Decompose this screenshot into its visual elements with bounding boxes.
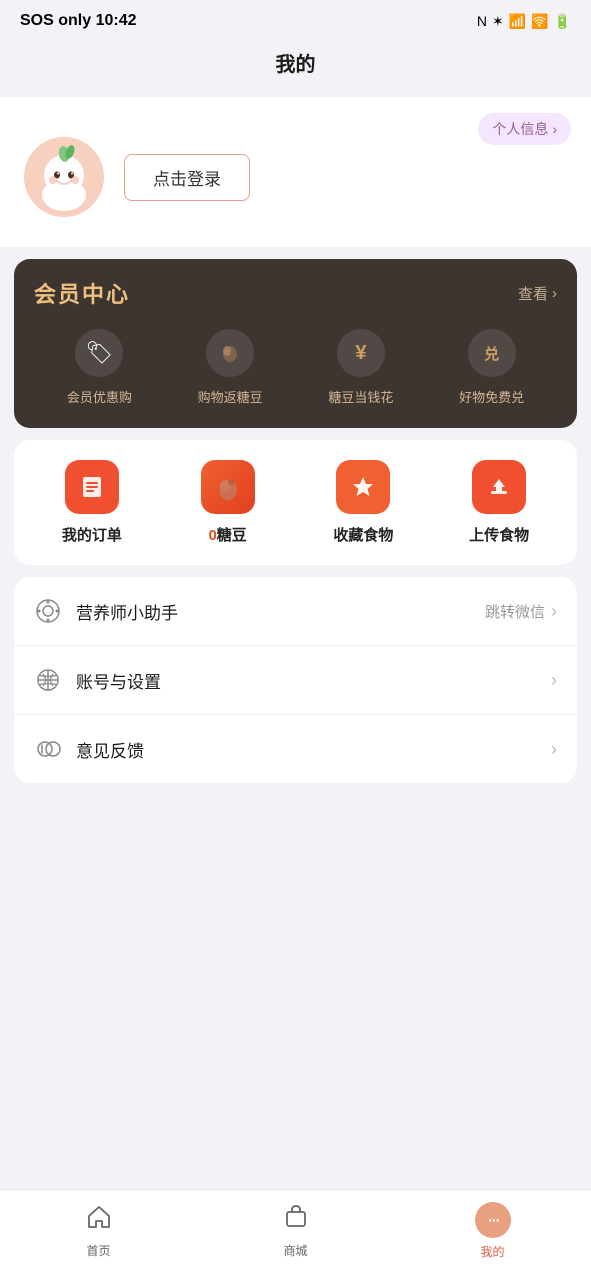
- mine-label: 我的: [480, 1243, 504, 1260]
- menu-item-feedback[interactable]: 意见反馈 ›: [14, 715, 577, 783]
- orders-label: 我的订单: [62, 524, 122, 545]
- home-label: 首页: [86, 1242, 110, 1259]
- wifi-icon: 🛜: [531, 13, 548, 30]
- status-time: SOS only 10:42: [20, 12, 137, 30]
- personal-info-button[interactable]: 个人信息 ›: [478, 113, 571, 145]
- status-bar: SOS only 10:42 N ✶ 📶 🛜 🔋: [0, 0, 591, 38]
- my-orders-action[interactable]: 我的订单: [24, 460, 160, 545]
- signal-icon: 📶: [509, 13, 526, 30]
- member-view-button[interactable]: 查看 ›: [518, 283, 557, 304]
- orders-icon: [65, 460, 119, 514]
- member-discount-item[interactable]: 🏷 会员优惠购: [34, 329, 165, 406]
- chevron-right-icon: ›: [551, 739, 557, 760]
- menu-item-nutritionist[interactable]: 营养师小助手 跳转微信 ›: [14, 577, 577, 646]
- profile-section: 个人信息 ›: [0, 97, 591, 247]
- favorite-foods-action[interactable]: 收藏食物: [296, 460, 432, 545]
- favorite-label: 收藏食物: [333, 524, 393, 545]
- favorite-icon: [336, 460, 390, 514]
- redeem-label: 好物免费兑: [459, 387, 524, 406]
- member-header: 会员中心 查看 ›: [34, 277, 557, 309]
- feedback-icon: [34, 735, 62, 763]
- mine-bubble-dots: ···: [487, 1209, 498, 1232]
- sugar-beans-action[interactable]: 0糖豆: [160, 460, 296, 545]
- chevron-right-icon: ›: [551, 601, 557, 622]
- feedback-right: ›: [551, 739, 557, 760]
- mine-icon-bubble: ···: [475, 1202, 511, 1238]
- beans-count: 0: [208, 527, 216, 544]
- avatar: [24, 137, 104, 217]
- nav-mine[interactable]: ··· 我的: [394, 1202, 591, 1260]
- shop-icon: [282, 1202, 310, 1237]
- shop-label: 商城: [283, 1242, 307, 1259]
- nav-home[interactable]: 首页: [0, 1202, 197, 1260]
- beans-label: 0糖豆: [208, 524, 246, 545]
- chevron-right-icon: ›: [552, 121, 557, 137]
- member-bean-item[interactable]: 购物返糖豆: [165, 329, 296, 406]
- bean-icon: [206, 329, 254, 377]
- member-redeem-item[interactable]: 兑 好物免费兑: [426, 329, 557, 406]
- member-title: 会员中心: [34, 277, 130, 309]
- home-icon: [85, 1202, 113, 1237]
- redeem-icon: 兑: [468, 329, 516, 377]
- money-label: 糖豆当钱花: [328, 387, 393, 406]
- account-right: ›: [551, 670, 557, 691]
- login-button[interactable]: 点击登录: [124, 154, 250, 201]
- page-title: 我的: [0, 38, 591, 97]
- profile-row: 点击登录: [24, 137, 567, 217]
- member-card: 会员中心 查看 › 🏷 会员优惠购 购物返糖豆 ¥: [14, 259, 577, 428]
- nfc-icon: N: [477, 13, 487, 29]
- menu-item-account[interactable]: 账号与设置 ›: [14, 646, 577, 715]
- discount-icon: 🏷: [75, 329, 123, 377]
- money-icon: ¥: [337, 329, 385, 377]
- bottom-nav: 首页 商城 ··· 我的: [0, 1189, 591, 1280]
- battery-icon: 🔋: [554, 13, 571, 30]
- nutritionist-icon: [34, 597, 62, 625]
- bluetooth-icon: ✶: [492, 13, 504, 30]
- feedback-label: 意见反馈: [76, 737, 551, 762]
- upload-icon: [472, 460, 526, 514]
- upload-label: 上传食物: [469, 524, 529, 545]
- chevron-right-icon: ›: [552, 285, 557, 302]
- discount-label: 会员优惠购: [67, 387, 132, 406]
- menu-list: 营养师小助手 跳转微信 › 账号与设置 ›: [14, 577, 577, 783]
- quick-actions: 我的订单 0糖豆 收藏食物: [14, 440, 577, 565]
- nav-shop[interactable]: 商城: [197, 1202, 394, 1260]
- chevron-right-icon: ›: [551, 670, 557, 691]
- status-icons: N ✶ 📶 🛜 🔋: [477, 13, 571, 30]
- avatar-image: [24, 137, 104, 217]
- bean-return-label: 购物返糖豆: [198, 387, 263, 406]
- upload-foods-action[interactable]: 上传食物: [431, 460, 567, 545]
- member-money-item[interactable]: ¥ 糖豆当钱花: [296, 329, 427, 406]
- nutritionist-label: 营养师小助手: [76, 599, 485, 624]
- account-icon: [34, 666, 62, 694]
- wechat-jump-label: 跳转微信 ›: [485, 601, 557, 622]
- member-icons: 🏷 会员优惠购 购物返糖豆 ¥ 糖豆当钱花 兑 好物免费兑: [34, 329, 557, 406]
- account-label: 账号与设置: [76, 668, 551, 693]
- beans-icon: [201, 460, 255, 514]
